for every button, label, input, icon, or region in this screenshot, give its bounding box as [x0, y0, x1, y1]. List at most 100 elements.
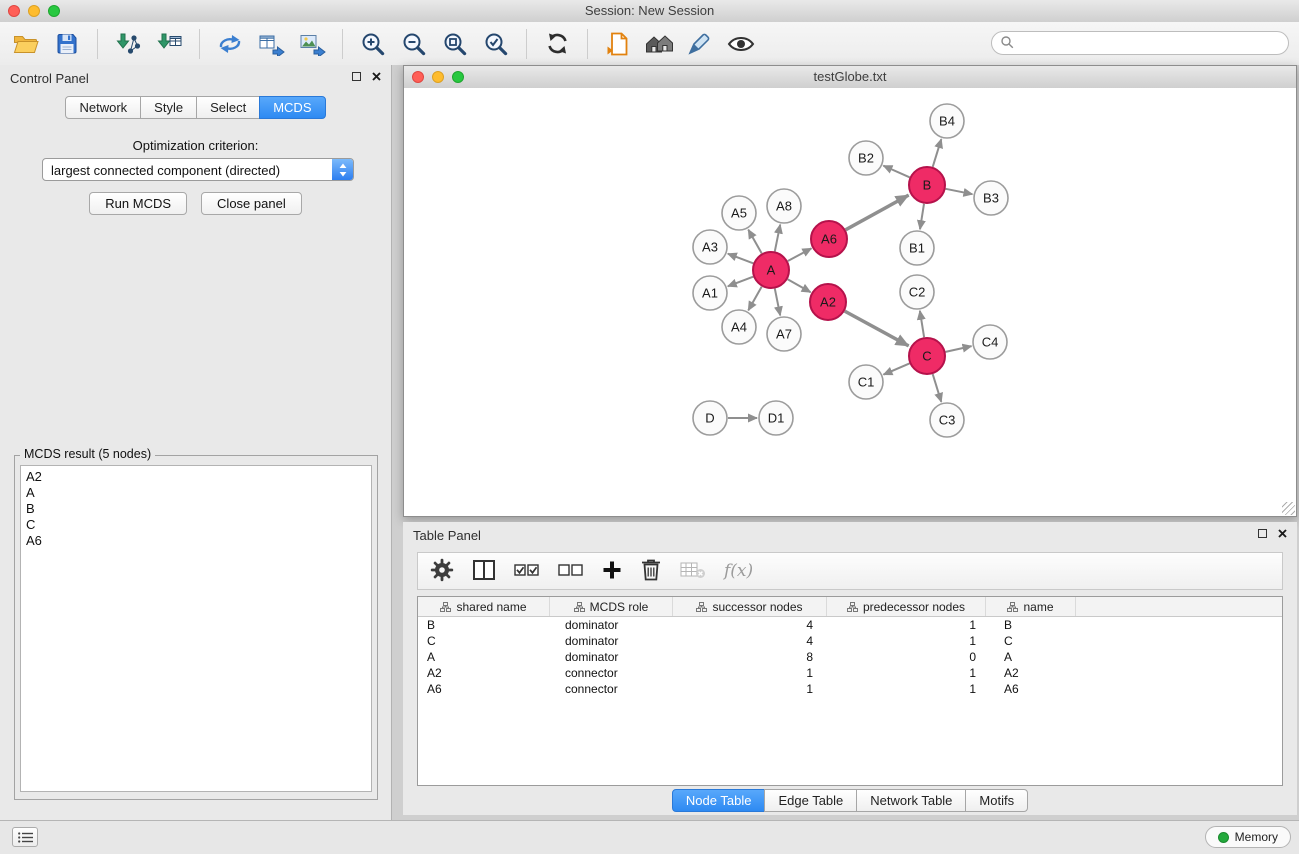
node-A2[interactable]: A2 [810, 284, 846, 320]
edge-A6-B[interactable] [846, 195, 909, 230]
tab-mcds[interactable]: MCDS [259, 96, 325, 119]
edge-B-B4[interactable] [933, 139, 942, 167]
network-graph[interactable]: B4 B2 B B3 A5 A8 A6 A3 B1 A C2 A1 A2 A4 A7 C4 C C1 C3 D D1 [404, 88, 1296, 516]
edge-A-A1[interactable] [728, 277, 753, 287]
tab-node-table[interactable]: Node Table [672, 789, 766, 812]
add-button[interactable] [602, 560, 622, 583]
refresh-button[interactable] [539, 26, 575, 62]
result-item[interactable]: A6 [26, 533, 366, 549]
node-A3[interactable]: A3 [693, 230, 727, 264]
edge-A-A7[interactable] [775, 289, 780, 316]
float-table-panel-icon[interactable] [1258, 529, 1267, 538]
edge-C-C2[interactable] [920, 311, 924, 337]
node-A5[interactable]: A5 [722, 196, 756, 230]
export-image-button[interactable] [294, 26, 330, 62]
node-A8[interactable]: A8 [767, 189, 801, 223]
export-network-button[interactable] [212, 26, 248, 62]
search-input[interactable] [1019, 35, 1280, 51]
delete-button[interactable] [640, 558, 662, 585]
table-row[interactable]: Adominator80A [418, 649, 1282, 665]
close-panel-button[interactable]: Close panel [201, 192, 302, 215]
table-row[interactable]: A2connector11A2 [418, 665, 1282, 681]
open-folder-button[interactable] [8, 26, 44, 62]
node-C[interactable]: C [909, 338, 945, 374]
deselect-all-button[interactable] [558, 561, 584, 582]
search-box[interactable] [991, 31, 1289, 55]
zoom-in-button[interactable] [355, 26, 391, 62]
node-D1[interactable]: D1 [759, 401, 793, 435]
memory-button[interactable]: Memory [1205, 826, 1291, 848]
result-item[interactable]: B [26, 501, 366, 517]
column-header-predecessor-nodes[interactable]: predecessor nodes [827, 597, 986, 616]
home-views-button[interactable] [641, 26, 677, 62]
show-hide-eye-button[interactable] [723, 26, 759, 62]
delete-table-button[interactable] [680, 560, 706, 583]
select-all-button[interactable] [514, 561, 540, 582]
tab-motifs[interactable]: Motifs [965, 789, 1028, 812]
zoom-fit-button[interactable] [437, 26, 473, 62]
edge-A-A3[interactable] [728, 254, 753, 264]
node-C3[interactable]: C3 [930, 403, 964, 437]
network-canvas[interactable]: B4 B2 B B3 A5 A8 A6 A3 B1 A C2 A1 A2 A4 A7 C4 C C1 C3 D D1 [404, 88, 1296, 516]
column-header-shared-name[interactable]: shared name [418, 597, 550, 616]
import-network-button[interactable] [110, 26, 146, 62]
node-B3[interactable]: B3 [974, 181, 1008, 215]
panel-menu-button[interactable] [12, 827, 38, 847]
node-B[interactable]: B [909, 167, 945, 203]
edge-B-B3[interactable] [946, 189, 973, 194]
float-panel-icon[interactable] [352, 72, 361, 81]
node-C4[interactable]: C4 [973, 325, 1007, 359]
zoom-selected-button[interactable] [478, 26, 514, 62]
column-header-MCDS-role[interactable]: MCDS role [550, 597, 673, 616]
edge-B-B2[interactable] [883, 166, 909, 178]
table-row[interactable]: Cdominator41C [418, 633, 1282, 649]
settings-button[interactable] [430, 558, 454, 585]
export-table-button[interactable] [253, 26, 289, 62]
node-A4[interactable]: A4 [722, 310, 756, 344]
node-D[interactable]: D [693, 401, 727, 435]
style-brush-button[interactable] [682, 26, 718, 62]
split-columns-button[interactable] [472, 559, 496, 584]
tab-network-table[interactable]: Network Table [856, 789, 966, 812]
result-item[interactable]: A2 [26, 469, 366, 485]
close-panel-icon[interactable] [372, 72, 381, 81]
node-B1[interactable]: B1 [900, 231, 934, 265]
result-item[interactable]: C [26, 517, 366, 533]
open-doc-button[interactable] [600, 26, 636, 62]
edge-C-C3[interactable] [933, 374, 942, 402]
tab-style[interactable]: Style [140, 96, 197, 119]
node-A6[interactable]: A6 [811, 221, 847, 257]
result-item[interactable]: A [26, 485, 366, 501]
node-B2[interactable]: B2 [849, 141, 883, 175]
node-A[interactable]: A [753, 252, 789, 288]
node-A7[interactable]: A7 [767, 317, 801, 351]
close-table-panel-icon[interactable] [1278, 529, 1287, 538]
tab-edge-table[interactable]: Edge Table [764, 789, 857, 812]
edge-A2-C[interactable] [845, 311, 909, 346]
import-table-button[interactable] [151, 26, 187, 62]
node-B4[interactable]: B4 [930, 104, 964, 138]
edge-A-A5[interactable] [748, 230, 761, 254]
table-row[interactable]: Bdominator41B [418, 617, 1282, 633]
edge-A-A8[interactable] [775, 225, 780, 252]
function-builder-button[interactable]: f(x) [724, 561, 753, 581]
table-row[interactable]: A6connector11A6 [418, 681, 1282, 697]
node-C1[interactable]: C1 [849, 365, 883, 399]
tab-select[interactable]: Select [196, 96, 260, 119]
zoom-out-button[interactable] [396, 26, 432, 62]
edge-C-C4[interactable] [946, 346, 972, 352]
tab-network[interactable]: Network [65, 96, 141, 119]
edge-A-A4[interactable] [748, 287, 761, 311]
edge-A-A2[interactable] [788, 279, 811, 292]
node-A1[interactable]: A1 [693, 276, 727, 310]
column-header-name[interactable]: name [986, 597, 1076, 616]
edge-B-B1[interactable] [920, 204, 924, 229]
save-button[interactable] [49, 26, 85, 62]
resize-grip-icon[interactable] [1282, 502, 1295, 515]
edge-C-C1[interactable] [884, 363, 910, 374]
column-header-successor-nodes[interactable]: successor nodes [673, 597, 827, 616]
node-C2[interactable]: C2 [900, 275, 934, 309]
criterion-dropdown[interactable]: largest connected component (directed) [42, 158, 354, 181]
edge-A-A6[interactable] [788, 248, 812, 261]
run-mcds-button[interactable]: Run MCDS [89, 192, 187, 215]
